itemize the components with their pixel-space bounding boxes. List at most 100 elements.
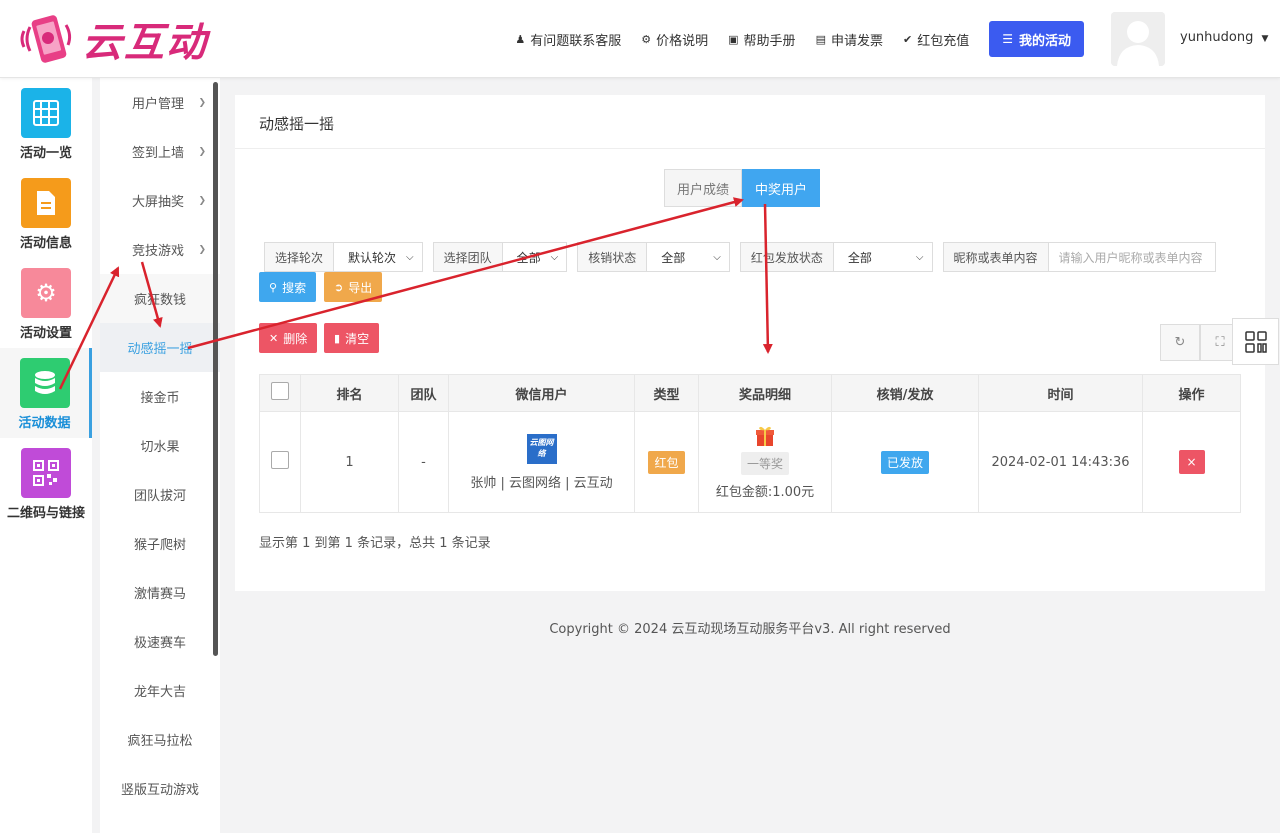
submenu-competitive-games[interactable]: 竞技游戏 ❯	[100, 225, 220, 274]
rail-item-activity-data[interactable]: 活动数据	[0, 348, 92, 438]
filter-redpacket-status: 红包发放状态 全部 ⌵	[739, 242, 933, 272]
button-label: 删除	[283, 331, 308, 346]
qrcode-icon	[21, 448, 71, 498]
winners-table: 排名 团队 微信用户 类型 奖品明细 核销/发放 时间 操作 1 - 云图网络 …	[259, 374, 1241, 513]
submenu-scrollbar[interactable]	[213, 82, 218, 656]
submenu-item-monkey-climb[interactable]: 猴子爬树	[100, 519, 220, 568]
rail-label: 活动数据	[18, 416, 71, 431]
page-title: 动感摇一摇	[259, 115, 335, 133]
rail-label: 活动设置	[19, 326, 72, 341]
submenu-item-tug-of-war[interactable]: 团队拔河	[100, 470, 220, 519]
floating-qrcode-button[interactable]	[1232, 318, 1279, 365]
filter-keyword: 昵称或表单内容 请输入用户昵称或表单内容	[942, 242, 1216, 272]
submenu-label: 猴子爬树	[133, 538, 186, 553]
keyword-input[interactable]: 请输入用户昵称或表单内容	[1048, 243, 1215, 271]
column-header: 核销/发放	[831, 374, 979, 412]
refresh-icon: ↻	[1174, 335, 1186, 350]
submenu-label: 激情赛马	[133, 587, 186, 602]
filter-label: 选择轮次	[265, 243, 335, 271]
round-select[interactable]: 默认轮次 ⌵	[334, 243, 422, 271]
rail-label: 活动一览	[19, 146, 72, 161]
nav-recharge[interactable]: ✔ 红包充值	[903, 30, 969, 49]
gift-icon	[753, 424, 777, 448]
nav-customer-service[interactable]: ♟ 有问题联系客服	[515, 30, 621, 49]
tab-winners[interactable]: 中奖用户	[742, 169, 821, 207]
type-badge: 红包	[648, 450, 685, 474]
qrcode-icon	[1244, 330, 1267, 353]
submenu-item-catch-coins[interactable]: 接金币	[100, 372, 220, 421]
submenu-item-vertical-games[interactable]: 竖版互动游戏	[100, 764, 220, 813]
button-label: 搜索	[282, 280, 307, 295]
select-value: 默认轮次	[348, 250, 397, 265]
chevron-down-icon: ⌵	[550, 251, 559, 263]
nav-pricing[interactable]: ⚙ 价格说明	[641, 30, 708, 49]
wechat-user-cell: 云图网络 张帅 | 云图网络 | 云互动	[448, 411, 635, 513]
clear-button[interactable]: ▮ 清空	[324, 323, 380, 353]
row-delete-button[interactable]: ×	[1178, 450, 1205, 474]
sub-menu: 用户管理 ❯ 签到上墙 ❯ 大屏抽奖 ❯ 竞技游戏 ❯ 疯狂数钱 动感摇一摇 接金币 切…	[100, 78, 220, 833]
refresh-button[interactable]: ↻	[1160, 324, 1200, 361]
status-badge: 已发放	[880, 450, 929, 474]
user-menu[interactable]: yunhudong ▼	[1180, 30, 1268, 45]
phone-logo-icon	[18, 11, 76, 67]
icon-rail: 活动一览 活动信息 ⚙ 活动设置 活动数据 二维码与链接	[0, 78, 92, 833]
brand-logo[interactable]: 云互动	[18, 10, 208, 68]
time-cell: 2024-02-01 14:43:36	[978, 411, 1143, 513]
submenu-user-management[interactable]: 用户管理 ❯	[100, 78, 220, 127]
column-header: 操作	[1142, 374, 1241, 412]
submenu-big-screen-lottery[interactable]: 大屏抽奖 ❯	[100, 176, 220, 225]
delete-button[interactable]: ✕ 删除	[259, 323, 318, 353]
footer-copyright: Copyright © 2024 云互动现场互动服务平台v3. All righ…	[549, 622, 951, 637]
tab-user-scores[interactable]: 用户成绩	[664, 169, 743, 207]
rail-item-activity-settings[interactable]: ⚙ 活动设置	[0, 258, 92, 348]
rail-item-qrcode-links[interactable]: 二维码与链接	[0, 438, 92, 528]
verify-status-select[interactable]: 全部 ⌵	[647, 243, 729, 271]
submenu-label: 竖版互动游戏	[120, 783, 199, 798]
submenu-item-car-race[interactable]: 极速赛车	[100, 617, 220, 666]
redpacket-status-select[interactable]: 全部 ⌵	[833, 243, 932, 271]
top-nav: ♟ 有问题联系客服 ⚙ 价格说明 ▣ 帮助手册 ▤ 申请发票 ✔ 红包充值 ☰ …	[495, 21, 1084, 57]
my-activity-button[interactable]: ☰ 我的活动	[989, 21, 1084, 57]
filter-round: 选择轮次 默认轮次 ⌵	[264, 242, 423, 272]
content-panel: 动感摇一摇 用户成绩 中奖用户 选择轮次 默认轮次 ⌵ 选择团队 全部 ⌵ 核销状态…	[235, 95, 1265, 591]
select-value: 全部	[516, 250, 541, 265]
avatar[interactable]	[1111, 12, 1165, 66]
submenu-item-marathon[interactable]: 疯狂马拉松	[100, 715, 220, 764]
nav-invoice[interactable]: ▤ 申请发票	[816, 30, 883, 49]
submenu-item-crazy-money[interactable]: 疯狂数钱	[100, 274, 220, 323]
filter-label: 昵称或表单内容	[943, 243, 1049, 271]
search-button[interactable]: ⚲ 搜索	[259, 272, 317, 302]
gear-icon: ⚙	[21, 268, 71, 318]
submenu-label: 疯狂数钱	[133, 293, 186, 308]
filter-label: 核销状态	[578, 243, 648, 271]
user-name: 张帅 | 云图网络 | 云互动	[470, 475, 613, 491]
status-cell: 已发放	[831, 411, 979, 513]
select-value: 全部	[661, 250, 686, 265]
team-select[interactable]: 全部 ⌵	[502, 243, 567, 271]
search-icon: ⚲	[269, 280, 278, 294]
row-checkbox[interactable]	[271, 451, 289, 469]
rail-label: 二维码与链接	[6, 506, 85, 521]
filter-team: 选择团队 全部 ⌵	[432, 242, 568, 272]
export-icon: ➲	[334, 280, 344, 294]
rail-item-activity-info[interactable]: 活动信息	[0, 168, 92, 258]
export-button[interactable]: ➲ 导出	[324, 272, 383, 302]
row-select-cell	[259, 411, 301, 513]
table-row: 1 - 云图网络 张帅 | 云图网络 | 云互动 红包 一等奖 红包金额:1.0…	[259, 411, 1241, 513]
submenu-signin-wall[interactable]: 签到上墙 ❯	[100, 127, 220, 176]
submenu-item-shake[interactable]: 动感摇一摇	[100, 323, 220, 372]
nav-label: 有问题联系客服	[530, 33, 622, 49]
divider	[235, 148, 1265, 149]
rail-item-activity-overview[interactable]: 活动一览	[0, 78, 92, 168]
nav-help[interactable]: ▣ 帮助手册	[728, 30, 795, 49]
person-plus-icon: ♟	[515, 32, 526, 46]
type-cell: 红包	[634, 411, 699, 513]
submenu-item-horse-race[interactable]: 激情赛马	[100, 568, 220, 617]
prize-amount: 红包金额:1.00元	[715, 485, 815, 500]
submenu-item-cut-fruit[interactable]: 切水果	[100, 421, 220, 470]
select-all-checkbox[interactable]	[271, 382, 289, 400]
chevron-down-icon: ❯	[198, 244, 206, 255]
select-all-header	[259, 374, 301, 412]
nav-label: 申请发票	[830, 33, 883, 49]
submenu-item-dragon-year[interactable]: 龙年大吉	[100, 666, 220, 715]
